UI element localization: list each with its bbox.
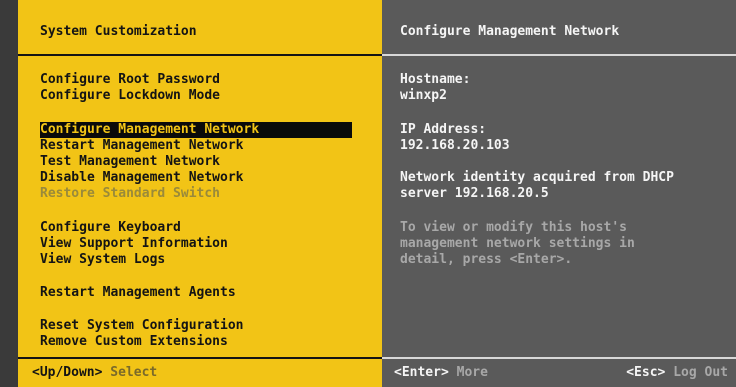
dcui-screen: System Customization Configure Root Pass… bbox=[0, 0, 736, 387]
help-text-line-3: detail, press <Enter>. bbox=[400, 252, 573, 267]
footer-select-hint: <Up/Down> Select bbox=[32, 365, 157, 381]
help-text-line-1: To view or modify this host's bbox=[400, 220, 627, 235]
menu-item-view-system-logs[interactable]: View System Logs bbox=[40, 252, 165, 268]
esc-logout-hint[interactable]: <Esc> Log Out bbox=[626, 365, 728, 381]
menu-item-configure-management-network[interactable]: Configure Management Network bbox=[40, 122, 352, 138]
more-action-label: More bbox=[456, 365, 488, 380]
select-action-label: Select bbox=[110, 365, 158, 380]
menu-item-disable-management-network[interactable]: Disable Management Network bbox=[40, 170, 244, 186]
help-text-line-2: management network settings in bbox=[400, 236, 635, 251]
right-panel-title: Configure Management Network bbox=[400, 24, 620, 39]
menu-item-restart-management-agents[interactable]: Restart Management Agents bbox=[40, 285, 236, 301]
menu-item-restart-management-network[interactable]: Restart Management Network bbox=[40, 138, 244, 154]
enter-key-label: <Enter> bbox=[394, 365, 449, 380]
menu-item-configure-lockdown-mode[interactable]: Configure Lockdown Mode bbox=[40, 88, 220, 104]
network-identity-line-2: server 192.168.20.5 bbox=[400, 186, 549, 201]
left-panel-title: System Customization bbox=[40, 24, 197, 39]
hostname-value: winxp2 bbox=[400, 88, 447, 103]
right-panel-footer: <Enter> More <Esc> Log Out bbox=[382, 357, 736, 387]
left-panel-footer: <Up/Down> Select bbox=[18, 357, 382, 387]
enter-more-hint[interactable]: <Enter> More bbox=[394, 365, 488, 381]
menu-item-configure-root-password[interactable]: Configure Root Password bbox=[40, 72, 220, 88]
network-identity-line-1: Network identity acquired from DHCP bbox=[400, 170, 674, 185]
menu-item-reset-system-configuration[interactable]: Reset System Configuration bbox=[40, 318, 244, 334]
menu-item-remove-custom-extensions[interactable]: Remove Custom Extensions bbox=[40, 334, 228, 350]
details-panel: Configure Management Network Hostname: w… bbox=[382, 0, 736, 387]
ip-address-value: 192.168.20.103 bbox=[400, 138, 510, 153]
ip-address-label: IP Address: bbox=[400, 122, 487, 137]
system-customization-panel: System Customization Configure Root Pass… bbox=[18, 0, 382, 387]
menu-item-view-support-information[interactable]: View Support Information bbox=[40, 236, 228, 252]
left-panel-header: System Customization bbox=[18, 0, 382, 56]
log-out-action-label: Log Out bbox=[673, 365, 728, 380]
menu-item-restore-standard-switch: Restore Standard Switch bbox=[40, 186, 221, 201]
hostname-label: Hostname: bbox=[400, 72, 471, 87]
menu-item-configure-keyboard[interactable]: Configure Keyboard bbox=[40, 220, 181, 236]
up-down-key-label: <Up/Down> bbox=[32, 365, 103, 380]
right-panel-header: Configure Management Network bbox=[382, 0, 736, 56]
menu-item-test-management-network[interactable]: Test Management Network bbox=[40, 154, 220, 170]
esc-key-label: <Esc> bbox=[626, 365, 666, 380]
